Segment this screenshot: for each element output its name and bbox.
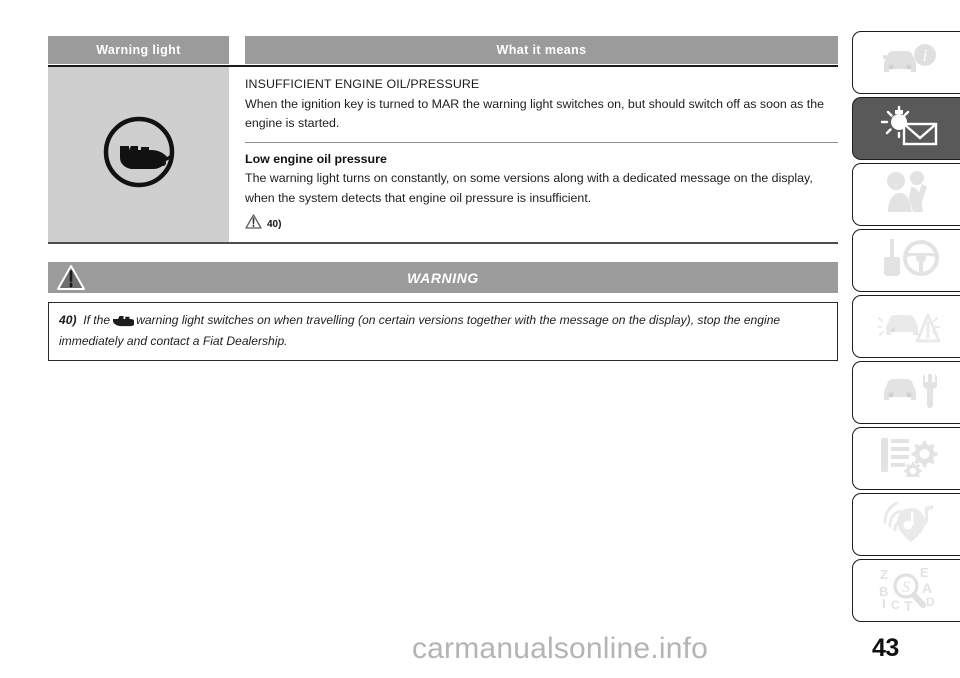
- tab-shell: [852, 163, 960, 226]
- sidebar-item-safety[interactable]: [850, 163, 960, 228]
- key-steering-wheel-icon: [879, 237, 939, 284]
- car-wrench-icon: [878, 370, 940, 415]
- table-row: INSUFFICIENT ENGINE OIL/PRESSURE When th…: [48, 65, 838, 244]
- warning-triangle-icon: [56, 264, 86, 296]
- svg-text:D: D: [926, 595, 935, 609]
- tab-shell: [852, 97, 960, 160]
- warning-light-cell: [48, 67, 229, 242]
- svg-text:C: C: [891, 598, 900, 611]
- warning-title: INSUFFICIENT ENGINE OIL/PRESSURE: [245, 77, 480, 91]
- svg-text:T: T: [904, 598, 913, 611]
- description-cell: INSUFFICIENT ENGINE OIL/PRESSURE When th…: [245, 67, 838, 242]
- audio-navigation-icon: [881, 500, 937, 549]
- sidebar-item-knowing-your-car[interactable]: [850, 97, 960, 162]
- svg-text:Z: Z: [880, 567, 888, 582]
- sidebar-item-dashboard-and-controls[interactable]: i: [850, 31, 960, 96]
- low-oil-pressure-subheading: Low engine oil pressure: [245, 151, 387, 166]
- engine-oil-pressure-warning-icon: [100, 113, 178, 196]
- svg-text:i: i: [922, 46, 927, 65]
- sidebar-item-alphabetical-index[interactable]: Z B I C T E A D S: [850, 559, 960, 624]
- warning-note-text: 40) If the warning light switches on when…: [59, 311, 827, 350]
- sidebar-item-multimedia[interactable]: [850, 493, 960, 558]
- warning-note-text-after: warning light switches on when travellin…: [59, 313, 781, 348]
- warning-note-text-before: If the: [83, 313, 111, 327]
- table-header-row: Warning light What it means: [48, 36, 838, 64]
- column-header-warning-light: Warning light: [48, 36, 229, 64]
- content-area: Warning light What it means INSUFFICIENT…: [48, 36, 838, 361]
- magnifier-letters-icon: Z B I C T E A D S: [876, 565, 942, 616]
- watermark: carmanualsonline.info: [411, 632, 709, 665]
- column-header-what-it-means: What it means: [245, 36, 838, 64]
- page-number: 43: [872, 634, 899, 662]
- section-tabs: i Z B I C T E A D S: [850, 31, 960, 625]
- car-hazard-triangle-icon: [875, 303, 940, 350]
- svg-text:A: A: [922, 580, 932, 596]
- car-info-icon: i: [878, 41, 940, 84]
- warning-note-box: 40) If the warning light switches on when…: [48, 302, 838, 361]
- low-oil-pressure-body: The warning light turns on constantly, o…: [245, 171, 813, 205]
- warning-triangle-icon: [245, 214, 262, 234]
- warning-note-number: 40): [59, 313, 77, 327]
- engine-oil-can-icon: [112, 314, 137, 332]
- tab-shell: i: [852, 31, 960, 94]
- tab-shell: [852, 295, 960, 358]
- svg-text:E: E: [920, 565, 929, 580]
- sidebar-item-in-an-emergency[interactable]: [850, 295, 960, 360]
- tab-shell: [852, 493, 960, 556]
- svg-text:I: I: [882, 596, 886, 611]
- occupant-safety-icon: [881, 170, 937, 219]
- sidebar-item-maintenance-and-care[interactable]: [850, 361, 960, 426]
- tab-shell: [852, 229, 960, 292]
- tab-shell: [852, 427, 960, 490]
- svg-text:S: S: [902, 579, 910, 596]
- warning-reference: 40): [245, 214, 838, 234]
- section-divider: [245, 141, 838, 143]
- warning-lights-and-messages-icon: [878, 104, 940, 153]
- warning-banner: WARNING: [48, 262, 838, 293]
- sidebar-item-technical-specifications[interactable]: [850, 427, 960, 492]
- warning-intro-text: When the ignition key is turned to MAR t…: [245, 96, 825, 131]
- manual-page: Warning light What it means INSUFFICIENT…: [0, 0, 960, 678]
- warning-reference-number: 40): [267, 218, 282, 230]
- tab-shell: Z B I C T E A D S: [852, 559, 960, 622]
- list-gears-icon: [879, 435, 939, 482]
- sidebar-item-starting-and-driving[interactable]: [850, 229, 960, 294]
- warning-banner-title: WARNING: [407, 269, 479, 286]
- warning-light-table: Warning light What it means INSUFFICIENT…: [48, 36, 838, 244]
- tab-shell: [852, 361, 960, 424]
